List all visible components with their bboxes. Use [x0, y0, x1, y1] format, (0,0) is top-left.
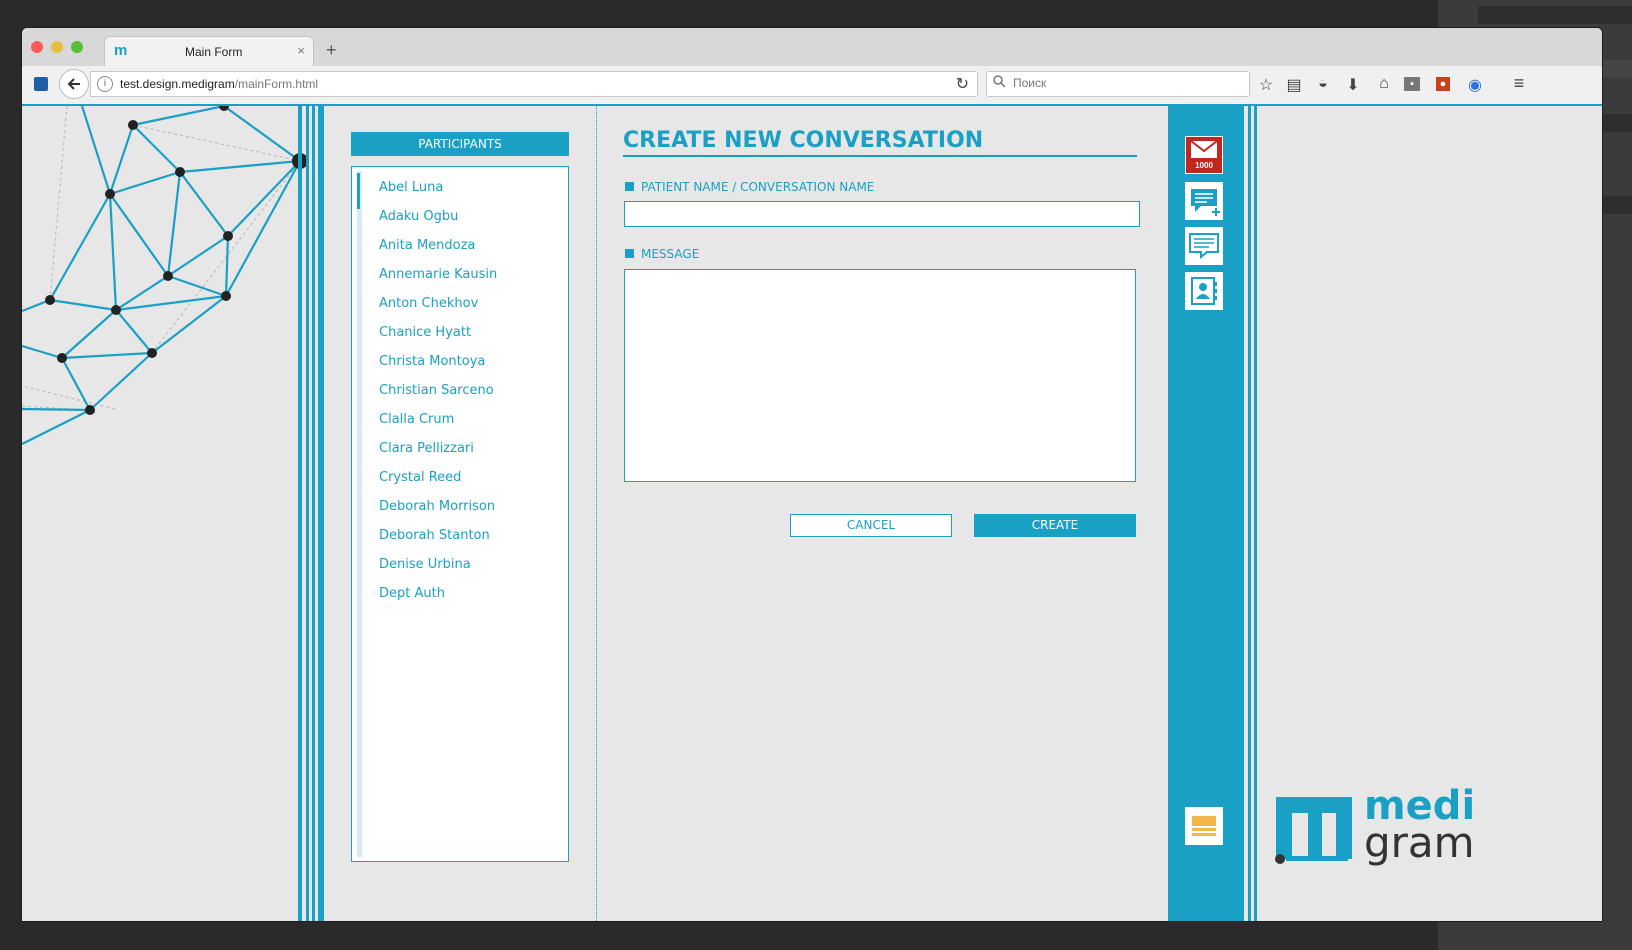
tab-title: Main Form — [185, 45, 243, 59]
app-page: PARTICIPANTS Abel Luna Adaku Ogbu Anita … — [22, 104, 1602, 921]
contacts-button[interactable] — [1185, 272, 1223, 310]
search-icon — [993, 75, 1006, 88]
new-message-button[interactable] — [1185, 182, 1223, 220]
navigation-bar: i test.design.medigram/mainForm.html ↻ ☆… — [22, 66, 1602, 105]
name-field-label: PATIENT NAME / CONVERSATION NAME — [625, 180, 874, 194]
list-item[interactable]: Deborah Morrison — [379, 499, 495, 514]
contacts-icon — [1191, 277, 1217, 305]
list-item[interactable]: Christa Montoya — [379, 354, 485, 369]
network-graphic — [22, 106, 308, 445]
participants-list[interactable]: Abel Luna Adaku Ogbu Anita Mendoza Annem… — [351, 166, 569, 862]
page-title: CREATE NEW CONVERSATION — [623, 128, 1137, 157]
message-textarea[interactable] — [624, 269, 1136, 482]
search-bar[interactable] — [986, 71, 1250, 97]
conversation-name-input[interactable] — [624, 201, 1140, 227]
menu-icon — [1192, 816, 1216, 836]
browser-window: m Main Form × + i test.design.medigram/m… — [22, 28, 1602, 921]
list-item[interactable]: Abel Luna — [379, 180, 443, 195]
extension-icon[interactable]: ● — [1436, 77, 1450, 91]
window-close-button[interactable] — [31, 41, 43, 53]
mail-icon — [1190, 140, 1218, 158]
side-toolbar: 1000 — [1168, 106, 1240, 921]
info-icon[interactable]: i — [97, 76, 113, 92]
participants-header: PARTICIPANTS — [351, 132, 569, 156]
list-scrollbar-track[interactable] — [357, 171, 362, 857]
address-bar[interactable]: i test.design.medigram/mainForm.html ↻ — [90, 71, 978, 97]
title-bar: m Main Form × + — [22, 28, 1602, 67]
create-button[interactable]: CREATE — [974, 514, 1136, 537]
list-item[interactable]: Clalla Crum — [379, 412, 454, 427]
list-item[interactable]: Anita Mendoza — [379, 238, 475, 253]
hamburger-menu-icon[interactable]: ≡ — [1509, 73, 1529, 94]
list-item[interactable]: Denise Urbina — [379, 557, 471, 572]
pocket-icon[interactable]: ◒ — [1313, 75, 1333, 93]
list-item[interactable]: Adaku Ogbu — [379, 209, 458, 224]
list-item[interactable]: Christian Sarceno — [379, 383, 494, 398]
star-icon[interactable]: ☆ — [1256, 75, 1276, 95]
new-message-icon — [1191, 189, 1220, 216]
window-minimize-button[interactable] — [51, 41, 63, 53]
column-divider — [596, 106, 597, 921]
extension-icon[interactable]: ◉ — [1465, 75, 1485, 95]
conversations-button[interactable] — [1185, 227, 1223, 265]
home-icon[interactable]: ⌂ — [1374, 75, 1394, 93]
list-item[interactable]: Dept Auth — [379, 586, 445, 601]
medigram-logo: medi gram — [1274, 779, 1484, 874]
inbox-button[interactable]: 1000 — [1185, 136, 1223, 174]
url-text[interactable]: test.design.medigram/mainForm.html — [120, 77, 318, 91]
cancel-button[interactable]: CANCEL — [790, 514, 952, 537]
list-scrollbar-thumb[interactable] — [357, 173, 360, 209]
conversations-icon — [1189, 233, 1219, 260]
back-arrow-icon — [67, 78, 80, 90]
extension-icon[interactable]: ▪ — [1404, 77, 1420, 91]
bullet-square-icon — [625, 249, 634, 258]
download-icon[interactable]: ⬇ — [1343, 75, 1363, 95]
list-item[interactable]: Chanice Hyatt — [379, 325, 471, 340]
search-input[interactable] — [1011, 75, 1245, 91]
bullet-square-icon — [625, 182, 634, 191]
menu-button[interactable] — [1185, 807, 1223, 845]
list-item[interactable]: Annemarie Kausin — [379, 267, 497, 282]
reading-list-icon[interactable]: ▤ — [1284, 75, 1304, 95]
back-button[interactable] — [59, 69, 89, 99]
medigram-favicon-icon: m — [114, 42, 128, 59]
logo-line2: gram — [1364, 818, 1475, 867]
list-item[interactable]: Crystal Reed — [379, 470, 461, 485]
reload-icon[interactable]: ↻ — [956, 74, 969, 94]
browser-tab[interactable]: m Main Form × — [104, 36, 314, 67]
window-maximize-button[interactable] — [71, 41, 83, 53]
message-field-label: MESSAGE — [625, 247, 699, 261]
extension-badge-icon[interactable] — [34, 77, 48, 91]
list-item[interactable]: Deborah Stanton — [379, 528, 490, 543]
new-tab-button[interactable]: + — [326, 40, 337, 61]
list-item[interactable]: Clara Pellizzari — [379, 441, 474, 456]
list-item[interactable]: Anton Chekhov — [379, 296, 478, 311]
tab-close-icon[interactable]: × — [297, 43, 305, 58]
mail-count-badge: 1000 — [1195, 161, 1213, 170]
